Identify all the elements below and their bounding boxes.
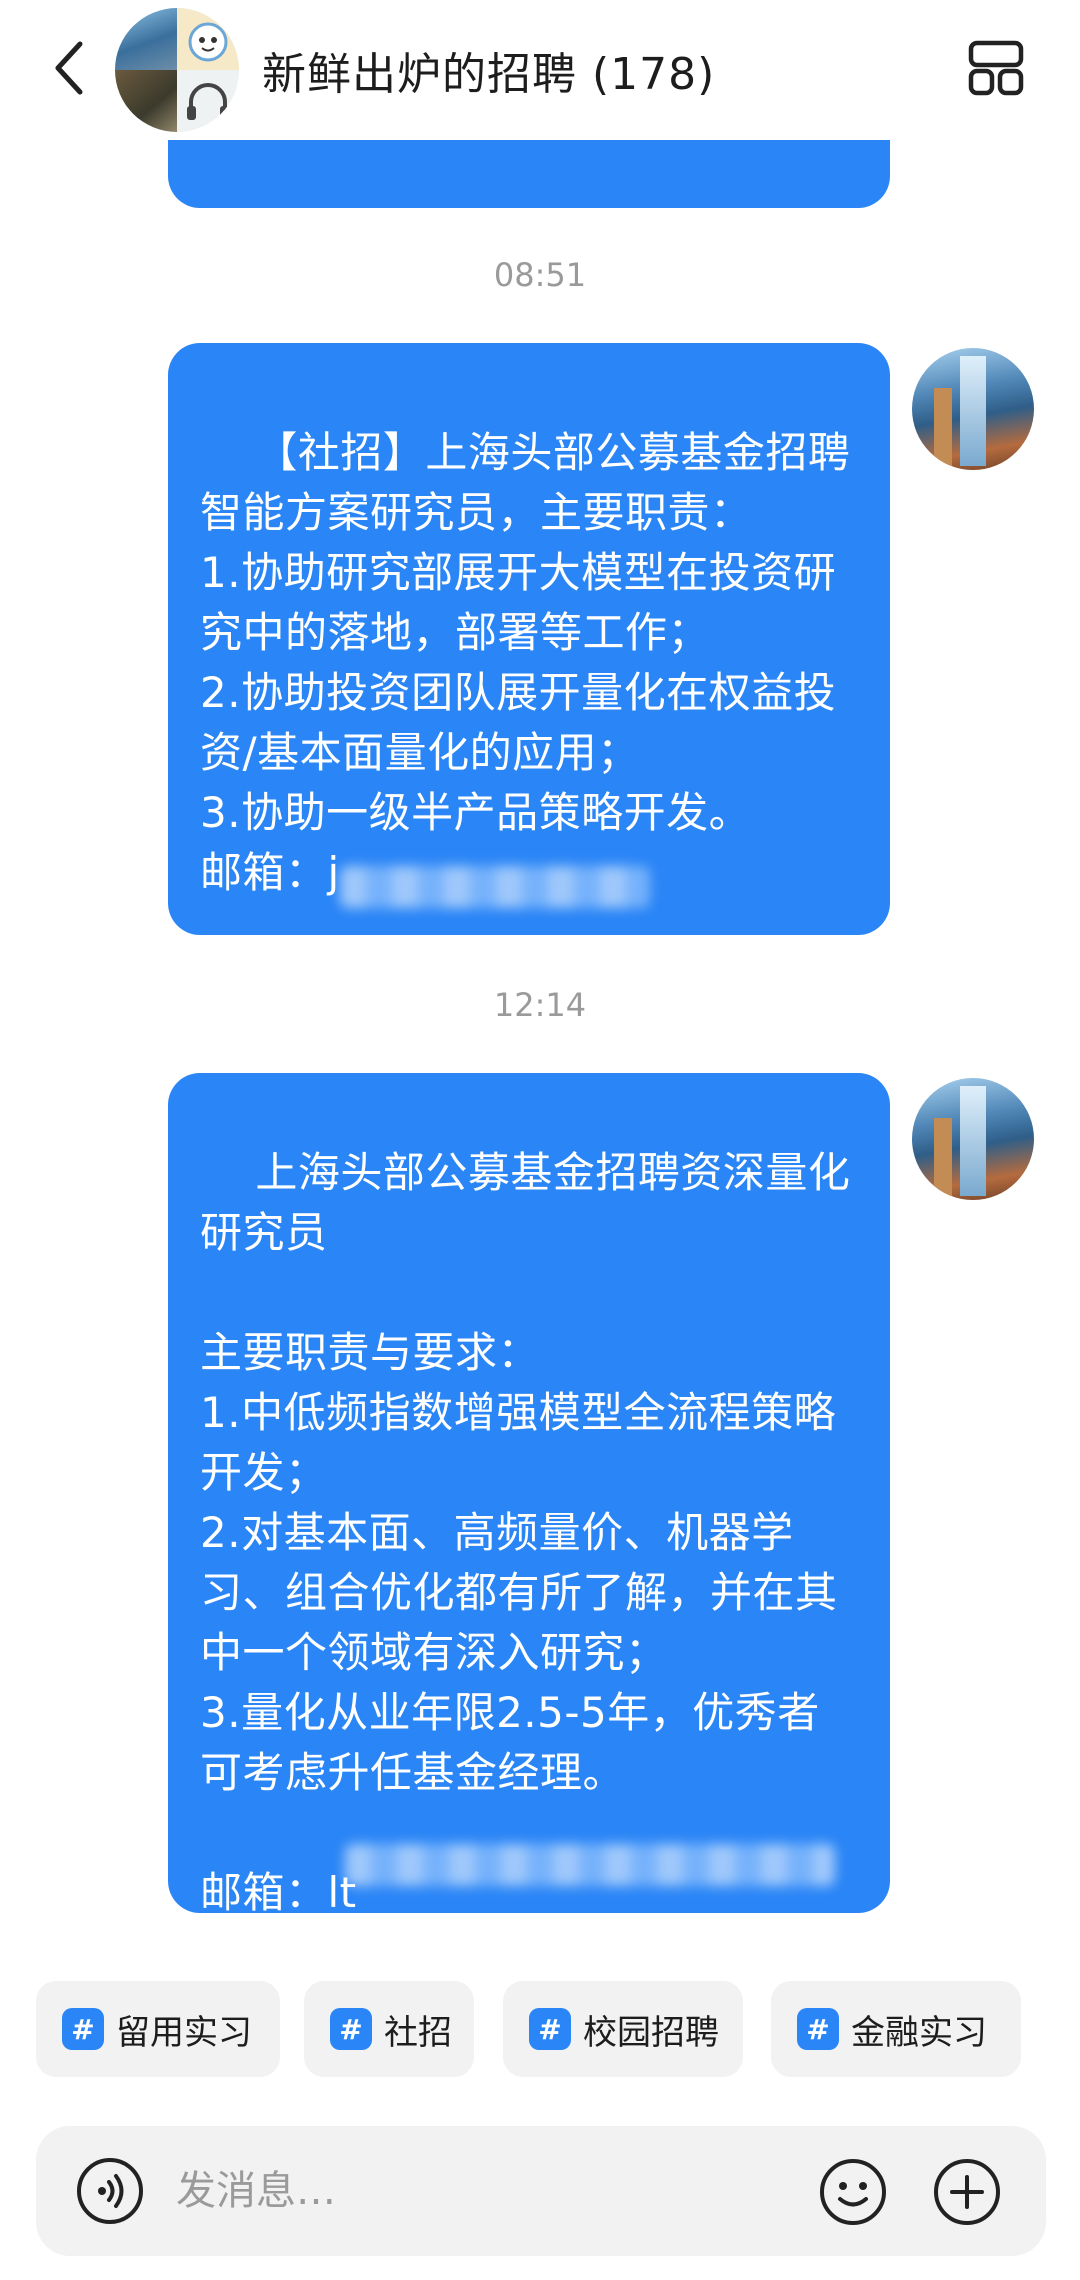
- back-button[interactable]: [40, 30, 96, 106]
- avatar-tile: [177, 70, 239, 132]
- hashtag-icon: #: [529, 2008, 571, 2050]
- tag-chip[interactable]: # 留用实习: [36, 1981, 280, 2077]
- voice-icon: [77, 2158, 143, 2224]
- menu-button[interactable]: [966, 38, 1026, 98]
- tag-chip[interactable]: # 金融实习: [771, 1981, 1021, 2077]
- tag-label: 社招: [384, 2012, 452, 2053]
- tag-label: 校园招聘: [583, 2012, 719, 2053]
- message-input[interactable]: [176, 2156, 826, 2226]
- sender-avatar[interactable]: [912, 1078, 1034, 1200]
- hashtag-icon: #: [62, 2008, 104, 2050]
- message-text: 数: [255, 205, 298, 254]
- timestamp: 08:51: [493, 256, 587, 294]
- message-bubble[interactable]: 数: [168, 140, 890, 254]
- hashtag-icon: #: [797, 2008, 839, 2050]
- plus-button[interactable]: [932, 2157, 1002, 2227]
- message-input-bar: [36, 2126, 1046, 2256]
- chat-message-list[interactable]: 数 08:51 【社招】上海头部公募基金招聘智能方案研究员，主要职责： 1.协助…: [0, 140, 1080, 1950]
- avatar-tile: [115, 70, 177, 132]
- chat-header: 新鲜出炉的招聘 (178): [0, 0, 1080, 140]
- tag-label: 金融实习: [851, 2012, 987, 2053]
- group-title[interactable]: 新鲜出炉的招聘 (178): [262, 38, 715, 102]
- sender-avatar[interactable]: [912, 348, 1034, 470]
- message-bubble[interactable]: 上海头部公募基金招聘资深量化研究员 主要职责与要求： 1.中低频指数增强模型全流…: [168, 1073, 890, 1917]
- group-avatar[interactable]: [115, 8, 239, 132]
- message-text: 上海头部公募基金招聘资深量化研究员 主要职责与要求： 1.中低频指数增强模型全流…: [200, 1148, 851, 1917]
- redacted-email: [340, 866, 650, 908]
- message-bubble[interactable]: 【社招】上海头部公募基金招聘智能方案研究员，主要职责： 1.协助研究部展开大模型…: [168, 343, 890, 935]
- quick-tags: # 留用实习 # 社招 # 校园招聘 # 金融实习: [36, 1981, 1046, 2077]
- avatar-tile: [177, 8, 239, 70]
- redacted-email: [345, 1844, 835, 1886]
- chevron-left-icon: [55, 41, 83, 95]
- tag-label: 留用实习: [116, 2012, 252, 2053]
- voice-button[interactable]: [76, 2157, 144, 2225]
- cartoon-icon: [188, 22, 228, 62]
- smile-icon: [820, 2159, 886, 2225]
- timestamp: 12:14: [493, 986, 587, 1024]
- message-text: 【社招】上海头部公募基金招聘智能方案研究员，主要职责： 1.协助研究部展开大模型…: [200, 428, 851, 897]
- avatar-tile: [115, 8, 177, 70]
- layout-grid-icon: [968, 40, 1024, 96]
- emoji-button[interactable]: [818, 2157, 888, 2227]
- tag-chip[interactable]: # 社招: [304, 1981, 474, 2077]
- hashtag-icon: #: [330, 2008, 372, 2050]
- tag-chip[interactable]: # 校园招聘: [503, 1981, 743, 2077]
- plus-icon: [934, 2159, 1000, 2225]
- headphones-icon: [187, 83, 229, 120]
